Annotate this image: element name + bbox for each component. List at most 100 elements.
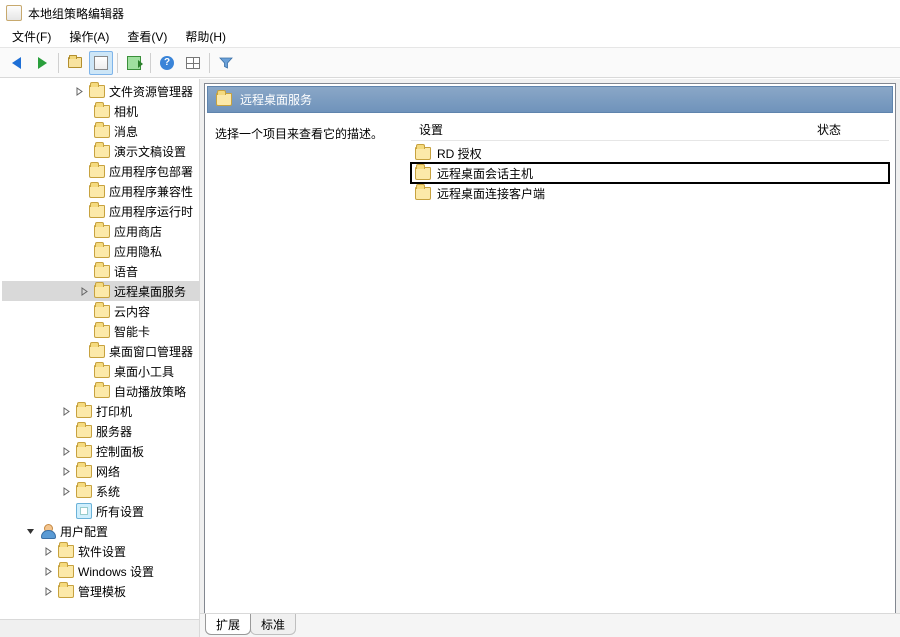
tree-node-label: 系统: [96, 483, 120, 500]
folder-icon: [76, 485, 92, 498]
expand-toggle[interactable]: [42, 585, 54, 597]
folder-icon: [415, 147, 431, 160]
expand-toggle[interactable]: [42, 545, 54, 557]
tree-node-2[interactable]: 消息: [2, 121, 199, 141]
tree-node-label: 打印机: [96, 403, 132, 420]
menu-help[interactable]: 帮助(H): [177, 26, 234, 47]
chevron-right-icon: [62, 407, 71, 416]
workspace: 文件资源管理器相机消息演示文稿设置应用程序包部署应用程序兼容性应用程序运行时应用…: [0, 78, 900, 637]
tree-node-13[interactable]: 桌面窗口管理器: [2, 341, 199, 361]
back-button[interactable]: [4, 51, 28, 75]
tree-node-4[interactable]: 应用程序包部署: [2, 161, 199, 181]
tree-scroll[interactable]: 文件资源管理器相机消息演示文稿设置应用程序包部署应用程序兼容性应用程序运行时应用…: [0, 79, 199, 619]
tree-horizontal-scrollbar[interactable]: [0, 619, 199, 637]
toolbar-separator: [58, 53, 59, 73]
tab-standard[interactable]: 标准: [250, 614, 296, 635]
tree-node-14[interactable]: 桌面小工具: [2, 361, 199, 381]
expand-toggle[interactable]: [42, 565, 54, 577]
tree-node-22[interactable]: 用户配置: [2, 521, 199, 541]
tree-node-label: 软件设置: [78, 543, 126, 560]
chevron-right-icon: [44, 587, 53, 596]
expand-toggle[interactable]: [78, 285, 90, 297]
tree-node-21[interactable]: 所有设置: [2, 501, 199, 521]
column-header-setting[interactable]: 设置: [411, 121, 809, 138]
details-view-icon: [186, 57, 200, 69]
tree-node-3[interactable]: 演示文稿设置: [2, 141, 199, 161]
tree-node-11[interactable]: 云内容: [2, 301, 199, 321]
folder-icon: [94, 385, 110, 398]
tree-node-25[interactable]: 管理模板: [2, 581, 199, 601]
tree-node-label: 用户配置: [60, 523, 108, 540]
tree-node-10[interactable]: 远程桌面服务: [2, 281, 199, 301]
tree-node-1[interactable]: 相机: [2, 101, 199, 121]
tree-node-label: 应用程序兼容性: [109, 183, 193, 200]
tree-node-16[interactable]: 打印机: [2, 401, 199, 421]
export-icon: [127, 56, 141, 70]
tree-node-18[interactable]: 控制面板: [2, 441, 199, 461]
list-item-label: 远程桌面连接客户端: [437, 185, 545, 202]
menu-view[interactable]: 查看(V): [119, 26, 175, 47]
tree-node-5[interactable]: 应用程序兼容性: [2, 181, 199, 201]
tree-node-17[interactable]: 服务器: [2, 421, 199, 441]
tree-node-8[interactable]: 应用隐私: [2, 241, 199, 261]
folder-icon: [58, 545, 74, 558]
filter-button[interactable]: [214, 51, 238, 75]
expand-toggle[interactable]: [60, 485, 72, 497]
folder-icon: [76, 405, 92, 418]
tree-node-label: 所有设置: [96, 503, 144, 520]
tree-node-6[interactable]: 应用程序运行时: [2, 201, 199, 221]
properties-icon: [94, 56, 108, 70]
toolbar-separator: [209, 53, 210, 73]
filter-icon: [219, 56, 233, 70]
properties-button[interactable]: [89, 51, 113, 75]
tree-node-label: 云内容: [114, 303, 150, 320]
list-item-0[interactable]: RD 授权: [411, 143, 889, 163]
folder-icon: [89, 185, 105, 198]
tree-node-15[interactable]: 自动播放策略: [2, 381, 199, 401]
tree-node-label: Windows 设置: [78, 563, 154, 580]
menu-action[interactable]: 操作(A): [61, 26, 117, 47]
tree-node-0[interactable]: 文件资源管理器: [2, 81, 199, 101]
export-list-button[interactable]: [122, 51, 146, 75]
tabstrip: 扩展 标准: [200, 613, 900, 637]
details-view-button[interactable]: [181, 51, 205, 75]
tree-node-label: 应用程序运行时: [109, 203, 193, 220]
toolbar-separator: [150, 53, 151, 73]
folder-icon: [94, 265, 110, 278]
tree-node-label: 应用隐私: [114, 243, 162, 260]
expand-toggle[interactable]: [60, 445, 72, 457]
chevron-right-icon: [44, 567, 53, 576]
tree-node-label: 自动播放策略: [114, 383, 186, 400]
folder-icon: [94, 305, 110, 318]
folder-icon: [68, 57, 82, 68]
list-item-2[interactable]: 远程桌面连接客户端: [411, 183, 889, 203]
content-header: 远程桌面服务: [207, 86, 893, 113]
tree-node-7[interactable]: 应用商店: [2, 221, 199, 241]
list-column: 设置 状态 RD 授权远程桌面会话主机远程桌面连接客户端: [411, 119, 889, 625]
collapse-toggle[interactable]: [24, 525, 36, 537]
folder-icon: [94, 225, 110, 238]
forward-button[interactable]: [30, 51, 54, 75]
expand-toggle[interactable]: [60, 405, 72, 417]
expand-toggle[interactable]: [60, 465, 72, 477]
tree-node-23[interactable]: 软件设置: [2, 541, 199, 561]
tree-node-19[interactable]: 网络: [2, 461, 199, 481]
tree-node-12[interactable]: 智能卡: [2, 321, 199, 341]
back-arrow-icon: [12, 57, 21, 69]
tree-node-label: 服务器: [96, 423, 132, 440]
select-folder-button[interactable]: [63, 51, 87, 75]
folder-icon: [89, 205, 105, 218]
folder-icon: [415, 167, 431, 180]
tree-node-24[interactable]: Windows 设置: [2, 561, 199, 581]
expand-toggle[interactable]: [74, 85, 85, 97]
menu-file[interactable]: 文件(F): [4, 26, 59, 47]
list-item-1[interactable]: 远程桌面会话主机: [411, 163, 889, 183]
help-button[interactable]: ?: [155, 51, 179, 75]
folder-icon: [94, 325, 110, 338]
tree-node-label: 管理模板: [78, 583, 126, 600]
tree-node-9[interactable]: 语音: [2, 261, 199, 281]
tree-node-20[interactable]: 系统: [2, 481, 199, 501]
tab-extended[interactable]: 扩展: [205, 614, 251, 635]
chevron-right-icon: [44, 547, 53, 556]
column-header-state[interactable]: 状态: [809, 121, 889, 138]
